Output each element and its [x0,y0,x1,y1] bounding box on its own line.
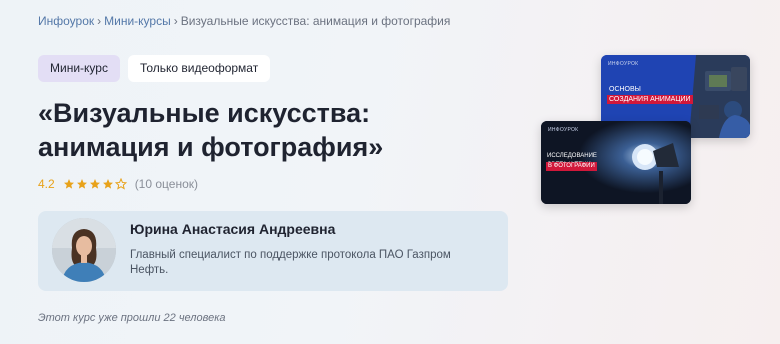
tag-video-only: Только видеоформат [127,55,271,82]
breadcrumb-separator: › [173,14,178,28]
course-title: «Визуальные искусства: анимация и фотогр… [38,98,384,162]
course-preview-light-shadow[interactable]: ИНФОУРОК ИССЛЕДОВАНИЕ СВЕТА И ТЕНИ В ФОТ… [541,121,691,204]
star-filled-icon [76,179,87,189]
completed-count-text: Этот курс уже прошли 22 человека [38,312,226,324]
star-filled-icon [63,179,74,189]
author-description: Главный специалист по поддержке протокол… [130,249,451,276]
card-logo: ИНФОУРОК [548,127,579,133]
rating-count: (10 оценок) [134,177,198,191]
breadcrumb-separator: › [97,14,102,28]
card-back-line2: СОЗДАНИЯ АНИМАЦИИ [607,95,693,104]
star-filled-icon [102,179,113,189]
breadcrumb-current: Визуальные искусства: анимация и фотогра… [180,14,451,28]
breadcrumb-link-mini-courses[interactable]: Мини-курсы [104,14,171,28]
avatar [52,218,116,282]
course-tags: Мини-курс Только видеоформат [38,55,271,82]
card-logo: ИНФОУРОК [608,61,639,67]
card-back-line1: ОСНОВЫ [609,86,641,93]
author-photo [52,218,116,282]
breadcrumb: Инфоурок › Мини-курсы › Визуальные искусства… [38,14,450,28]
card-front-line2: В ФОТОГРАФИИ [546,162,597,171]
breadcrumb-link-home[interactable]: Инфоурок [38,14,94,28]
tag-mini-course: Мини-курс [38,55,120,82]
star-empty-icon [114,178,127,190]
course-rating: 4.2 (10 оценок) [38,177,198,191]
star-filled-icon [89,179,100,189]
rating-stars [63,178,127,190]
author-name: Юрина Анастасия Андреевна [130,221,336,237]
rating-score: 4.2 [38,177,55,191]
author-card[interactable]: Юрина Анастасия Андреевна Главный специа… [38,211,508,291]
